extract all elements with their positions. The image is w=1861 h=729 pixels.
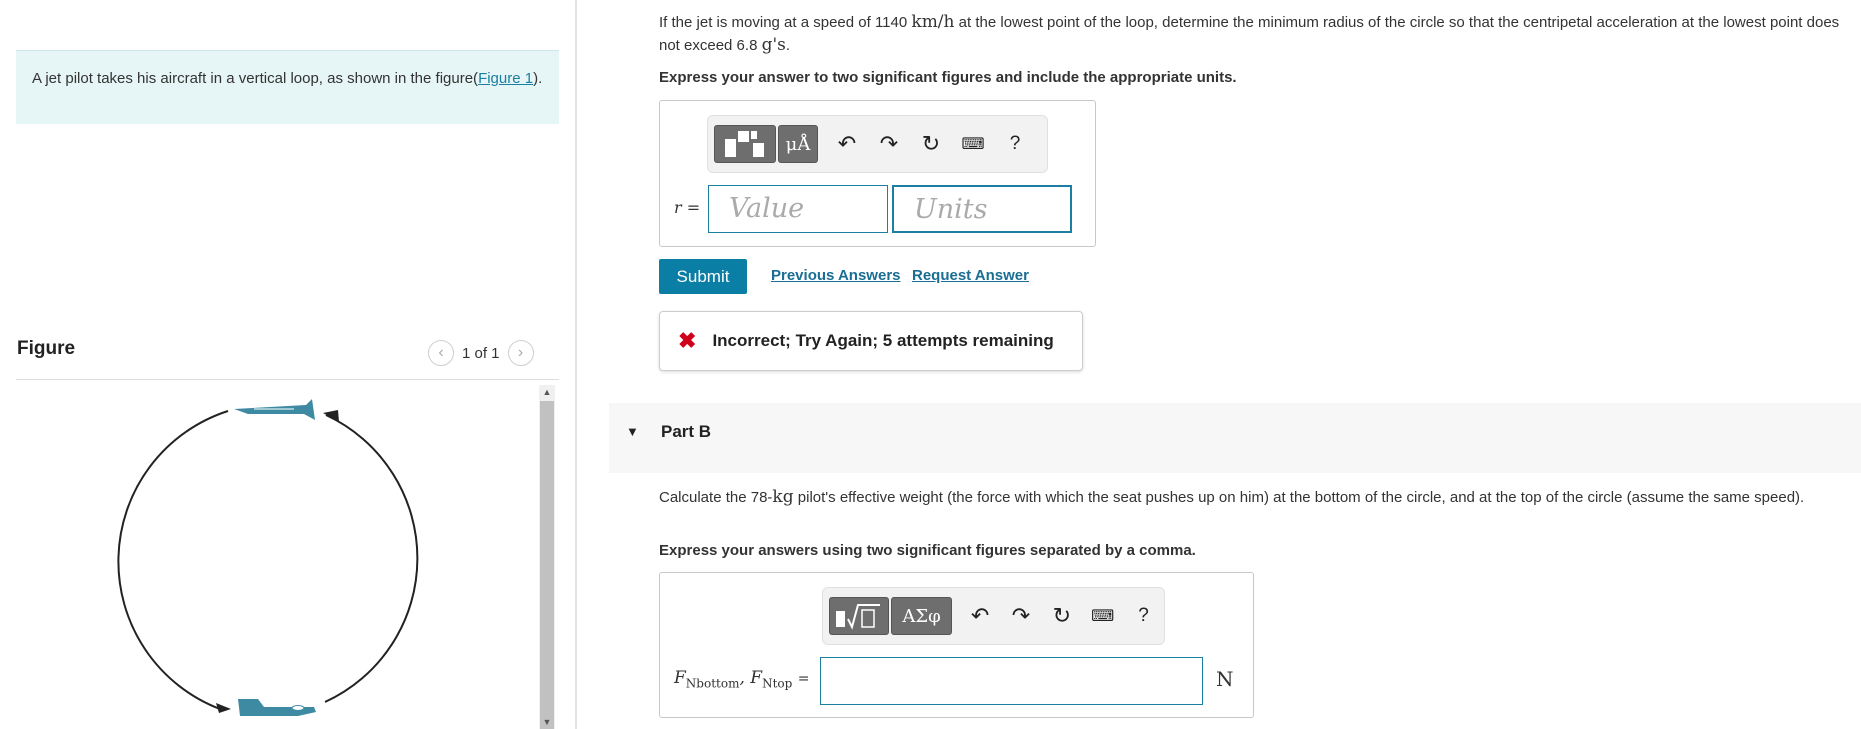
figure-title: Figure: [17, 338, 76, 359]
feedback-text: Incorrect; Try Again; 5 attempts remaini…: [712, 331, 1054, 350]
intro-end: ).: [533, 70, 543, 87]
previous-answers-link[interactable]: Previous Answers: [771, 267, 901, 284]
submit-button[interactable]: Submit: [659, 259, 747, 294]
feedback-message: ✖ Incorrect; Try Again; 5 attempts remai…: [659, 311, 1083, 371]
templates-button-b[interactable]: [829, 597, 890, 635]
sqrt-template-icon: [836, 604, 881, 630]
part-b-title[interactable]: Part B: [661, 422, 711, 442]
part-a-answer-box: μÅ ↶ ↷ ↻ ⌨ ? r = Value Units: [659, 100, 1096, 247]
part-a-instruction: Express your answer to two significant f…: [659, 69, 1237, 86]
g-unit: g's: [761, 35, 786, 55]
chevron-right-icon: ›: [517, 344, 524, 361]
reset-icon-b[interactable]: ↻: [1041, 603, 1082, 629]
keyboard-icon-b[interactable]: ⌨: [1082, 606, 1123, 626]
figure-link[interactable]: Figure 1: [478, 70, 533, 87]
part-b-instruction: Express your answers using two significa…: [659, 542, 1196, 559]
help-button[interactable]: ?: [994, 133, 1036, 155]
request-answer-link[interactable]: Request Answer: [912, 267, 1029, 284]
redo-icon[interactable]: ↷: [868, 131, 910, 157]
next-figure-button[interactable]: ›: [507, 340, 534, 366]
prev-figure-button[interactable]: ‹: [428, 340, 454, 366]
part-b-answer-box: ΑΣφ ↶ ↷ ↻ ⌨ ? FNbottom, FNtop =: [659, 572, 1254, 718]
pane-divider[interactable]: [575, 0, 577, 729]
problem-intro: A jet pilot takes his aircraft in a vert…: [16, 50, 559, 124]
undo-icon[interactable]: ↶: [826, 131, 868, 157]
collapse-caret-icon[interactable]: ▼: [626, 424, 639, 439]
chevron-left-icon: ‹: [438, 344, 444, 361]
intro-text: A jet pilot takes his aircraft in a vert…: [32, 70, 479, 87]
undo-icon-b[interactable]: ↶: [960, 603, 1001, 629]
part-b-header[interactable]: [609, 403, 1861, 473]
unit-label: N: [1216, 667, 1234, 691]
r-label: r =: [674, 198, 701, 217]
figure-counter: 1 of 1: [462, 344, 500, 362]
units-button[interactable]: μÅ: [778, 125, 818, 163]
jet-bottom-icon: [238, 699, 316, 716]
mass-unit: kg: [772, 487, 794, 507]
error-icon: ✖: [678, 328, 697, 353]
part-b-toolbar: ΑΣφ ↶ ↷ ↻ ⌨ ?: [822, 587, 1165, 645]
redo-icon-b[interactable]: ↷: [1001, 603, 1042, 629]
loop-arc-right: [324, 414, 419, 703]
help-button-b[interactable]: ?: [1123, 605, 1164, 627]
speed-unit: km/h: [911, 12, 955, 32]
scroll-down-icon[interactable]: ▼: [540, 715, 554, 729]
figure-nav: ‹ 1 of 1 ›: [428, 340, 534, 366]
arrowhead-bottom-icon: [216, 703, 231, 713]
figure-scroll-thumb[interactable]: [540, 401, 554, 729]
jet-top-icon: [234, 399, 315, 420]
fraction-template-icon: [725, 131, 764, 157]
value-input[interactable]: Value: [708, 185, 888, 233]
fn-label: FNbottom, FNtop =: [674, 668, 810, 691]
scroll-up-icon[interactable]: ▲: [540, 385, 554, 399]
part-a-question: If the jet is moving at a speed of 1140 …: [659, 12, 1840, 55]
left-pane: A jet pilot takes his aircraft in a vert…: [0, 0, 575, 729]
templates-button[interactable]: [714, 125, 776, 163]
figure-divider: [16, 379, 559, 380]
loop-arc-left: [117, 410, 229, 710]
units-input[interactable]: Units: [892, 185, 1072, 233]
arrowhead-top-icon: [323, 410, 339, 422]
force-input[interactable]: [820, 657, 1203, 705]
loop-figure: [117, 399, 419, 716]
keyboard-icon[interactable]: ⌨: [952, 134, 994, 154]
part-a-toolbar: μÅ ↶ ↷ ↻ ⌨ ?: [707, 115, 1048, 173]
part-b-question: Calculate the 78-kg pilot's effective we…: [659, 487, 1805, 507]
reset-icon[interactable]: ↻: [910, 131, 952, 157]
greek-button[interactable]: ΑΣφ: [891, 597, 952, 635]
